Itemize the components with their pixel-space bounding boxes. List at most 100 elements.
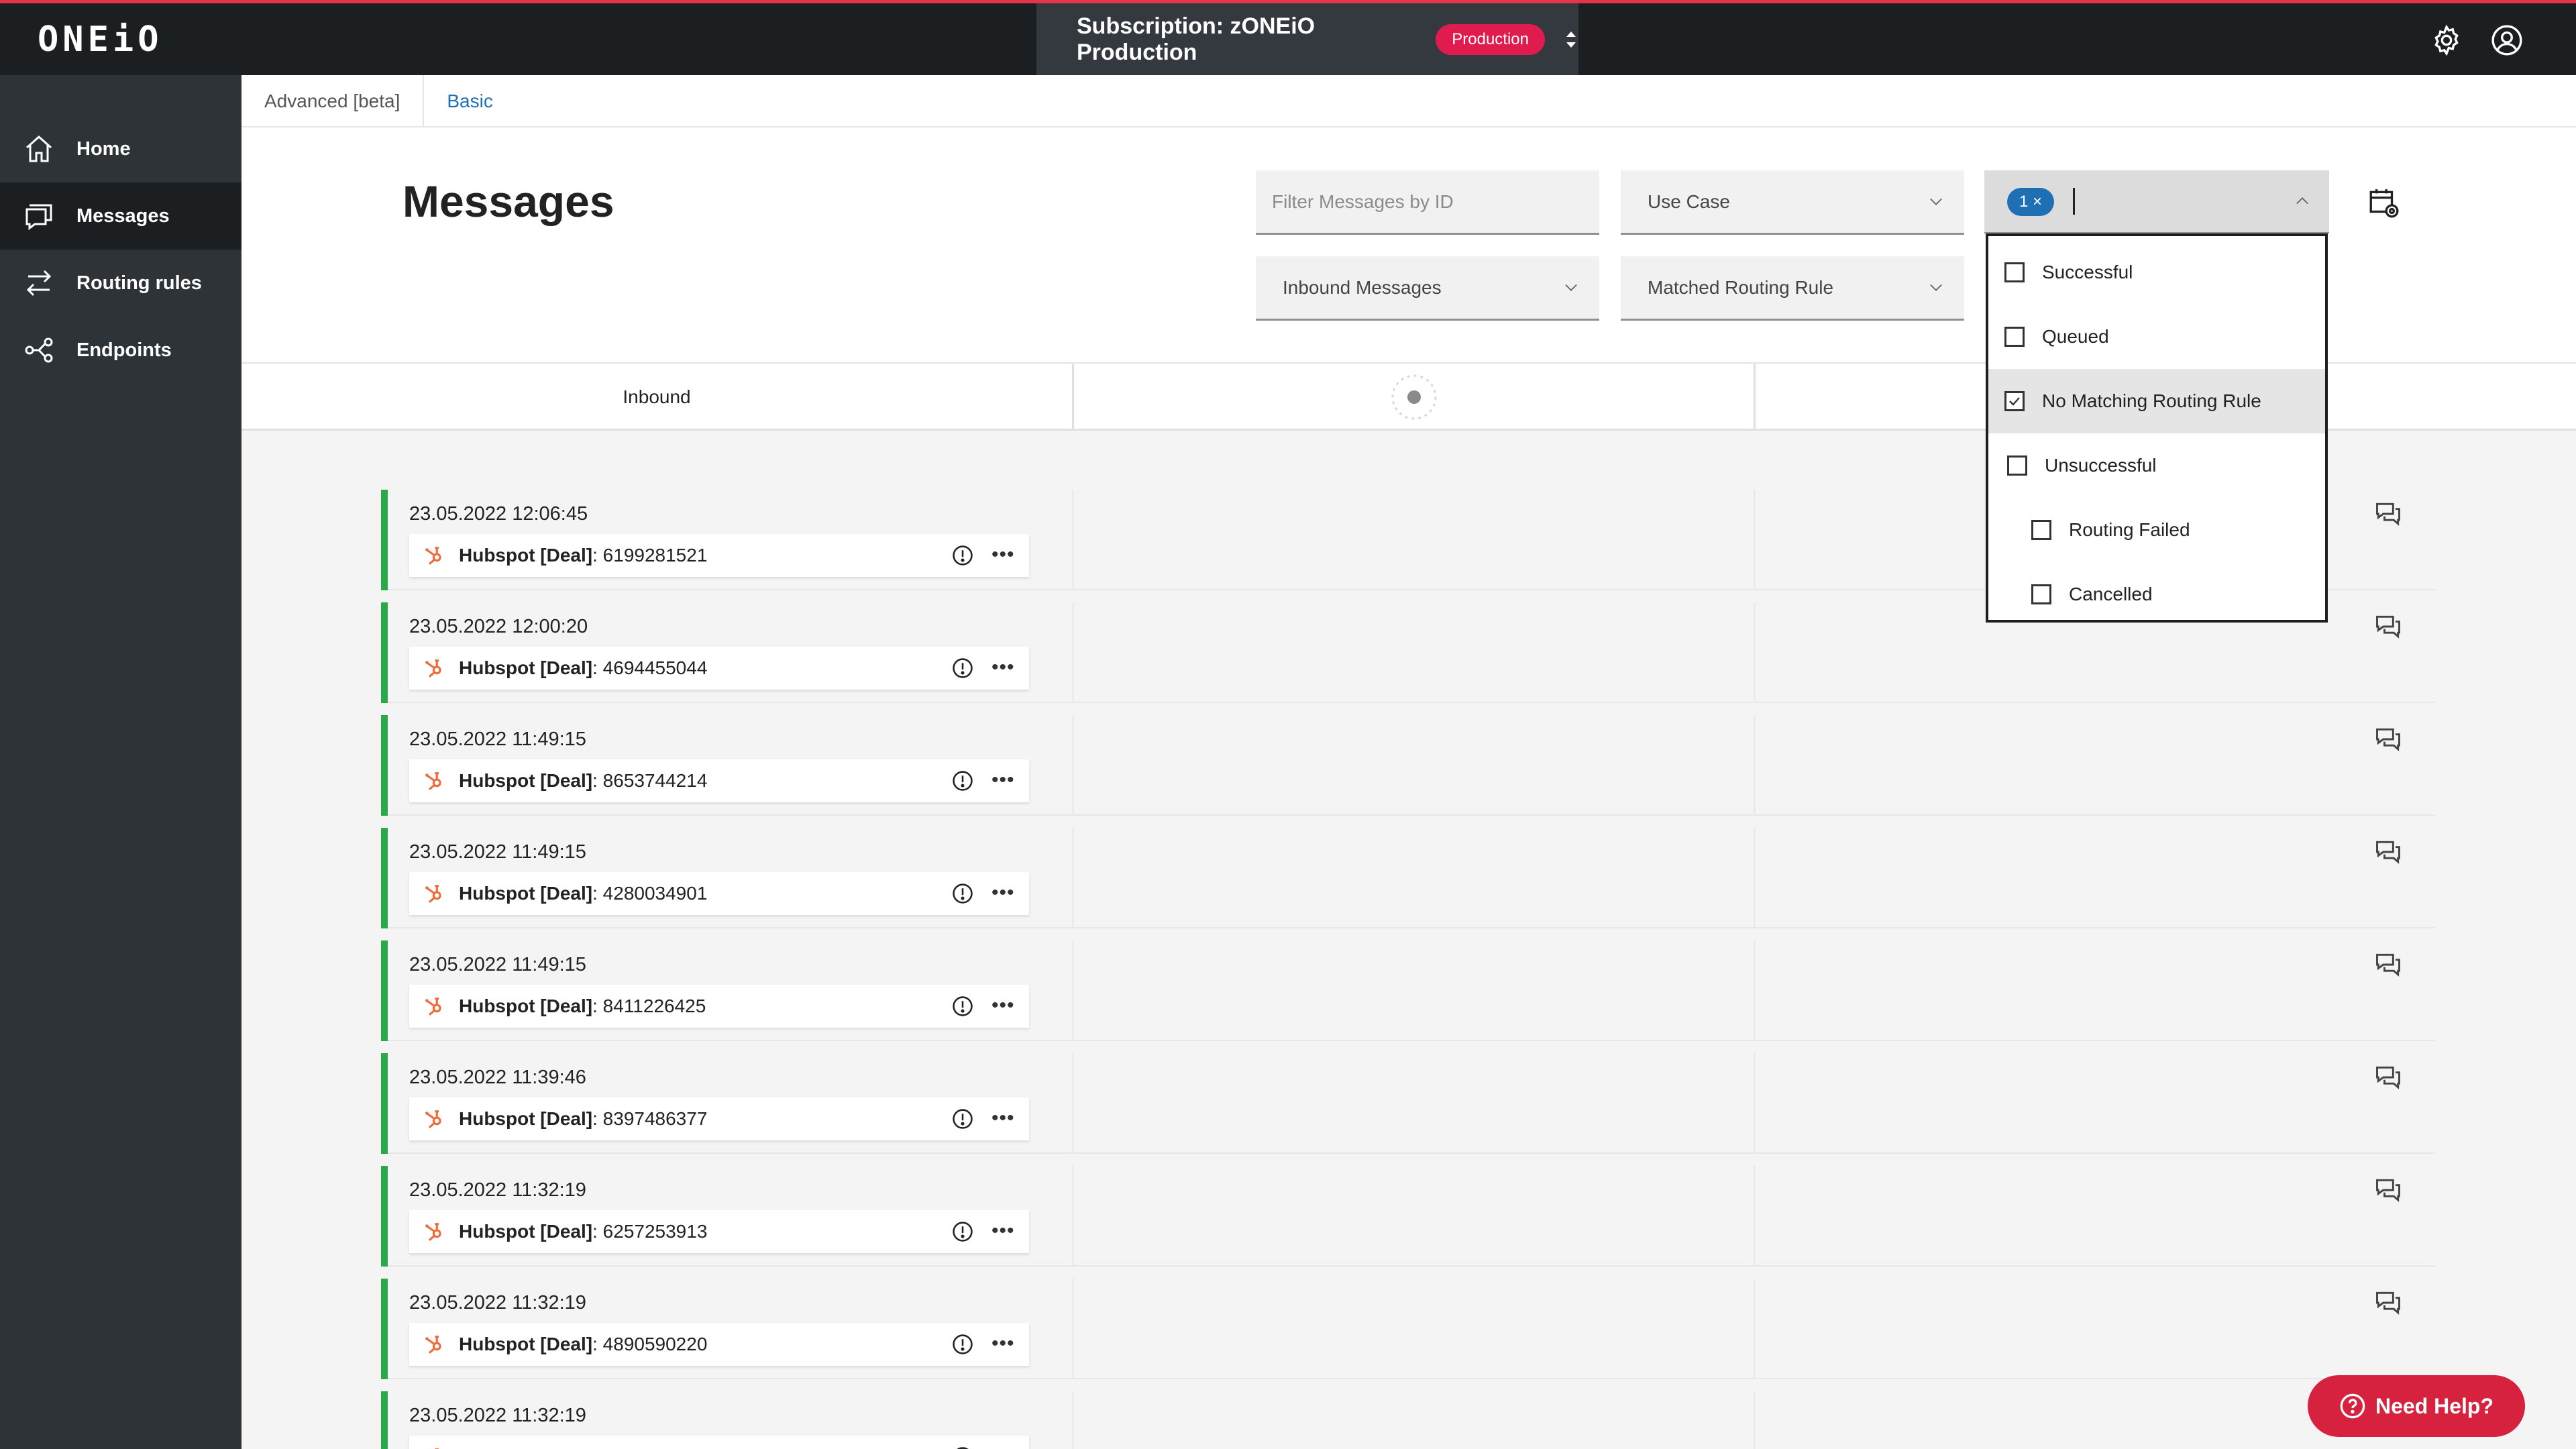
- more-options-icon[interactable]: •••: [991, 1445, 1015, 1449]
- message-card[interactable]: Hubspot [Deal] : 8397486377 •••: [409, 1097, 1029, 1140]
- message-row[interactable]: 23.05.2022 11:32:19 Hubspot [Deal] : 6257…: [381, 1166, 2435, 1267]
- conversation-icon[interactable]: [2373, 1288, 2403, 1318]
- sidebar-item-home[interactable]: Home: [0, 115, 241, 182]
- conversation-icon[interactable]: [2373, 1063, 2403, 1092]
- hubspot-icon: [425, 659, 441, 678]
- conversation-icon[interactable]: [2373, 724, 2403, 754]
- sidebar-item-messages[interactable]: Messages: [0, 182, 241, 250]
- message-card[interactable]: Hubspot [Deal] : 6199281521 •••: [409, 534, 1029, 577]
- subscription-selector[interactable]: Subscription: zONEiO Production Producti…: [1036, 3, 1578, 75]
- conversation-icon[interactable]: [2373, 499, 2403, 529]
- more-options-icon[interactable]: •••: [991, 881, 1015, 904]
- message-card[interactable]: •••: [409, 1436, 1029, 1449]
- status-bar: [381, 715, 388, 816]
- info-icon[interactable]: [951, 769, 974, 792]
- message-source: Hubspot [Deal]: [459, 1334, 593, 1354]
- checkbox-checked[interactable]: [2004, 391, 2025, 411]
- page-title: Messages: [402, 176, 614, 226]
- checkbox[interactable]: [2004, 262, 2025, 282]
- message-row[interactable]: 23.05.2022 11:49:15 Hubspot [Deal] : 4280…: [381, 828, 2435, 928]
- direction-select[interactable]: Inbound Messages: [1256, 256, 1599, 321]
- hubspot-icon: [425, 998, 441, 1016]
- checkbox[interactable]: [2007, 455, 2027, 476]
- message-timestamp: 23.05.2022 11:39:46: [409, 1067, 586, 1088]
- more-options-icon[interactable]: •••: [991, 1107, 1015, 1130]
- use-case-select-value: Use Case: [1648, 191, 1730, 212]
- checkbox[interactable]: [2004, 327, 2025, 347]
- info-icon[interactable]: [951, 1220, 974, 1243]
- sidebar: Home Messages Routing rules Endpoints: [0, 75, 241, 1449]
- oneio-logo[interactable]: ONEiO: [38, 19, 163, 60]
- chevron-down-icon: [1930, 198, 1942, 205]
- status-option-routing-failed[interactable]: Routing Failed: [1988, 498, 2325, 562]
- chevron-up-icon[interactable]: [2293, 192, 2312, 211]
- checkbox[interactable]: [2031, 584, 2051, 604]
- top-bar: ONEiO Subscription: zONEiO Production Pr…: [0, 0, 2576, 75]
- message-timestamp: 23.05.2022 11:32:19: [409, 1405, 586, 1426]
- message-timestamp: 23.05.2022 11:49:15: [409, 729, 586, 750]
- status-multiselect[interactable]: 1 ×: [1984, 170, 2329, 233]
- need-help-button[interactable]: Need Help?: [2308, 1375, 2525, 1437]
- direction-select-value: Inbound Messages: [1283, 276, 1442, 298]
- message-card[interactable]: Hubspot [Deal] : 8653744214 •••: [409, 759, 1029, 802]
- conversation-icon[interactable]: [2373, 950, 2403, 979]
- info-icon[interactable]: [951, 995, 974, 1018]
- gear-icon[interactable]: [2430, 23, 2463, 57]
- checkbox[interactable]: [2031, 520, 2051, 540]
- status-option-queued[interactable]: Queued: [1988, 305, 2325, 369]
- status-option-unsuccessful[interactable]: Unsuccessful: [1988, 433, 2325, 498]
- message-id: : 4280034901: [592, 883, 708, 904]
- calendar-settings-icon[interactable]: [2367, 186, 2400, 220]
- message-card[interactable]: Hubspot [Deal] : 4890590220 •••: [409, 1323, 1029, 1366]
- info-icon[interactable]: [951, 544, 974, 567]
- message-row[interactable]: 23.05.2022 11:39:46 Hubspot [Deal] : 8397…: [381, 1053, 2435, 1154]
- message-card[interactable]: Hubspot [Deal] : 4280034901 •••: [409, 872, 1029, 915]
- info-icon[interactable]: [951, 1446, 974, 1449]
- message-id: : 6199281521: [592, 545, 708, 566]
- more-options-icon[interactable]: •••: [991, 1220, 1015, 1242]
- more-options-icon[interactable]: •••: [991, 543, 1015, 566]
- status-option-cancelled[interactable]: Cancelled: [1988, 562, 2325, 627]
- tab-basic[interactable]: Basic: [424, 75, 515, 127]
- use-case-select[interactable]: Use Case: [1621, 170, 1964, 235]
- info-icon[interactable]: [951, 657, 974, 680]
- status-bar: [381, 1279, 388, 1379]
- option-label: Routing Failed: [2069, 519, 2190, 540]
- hubspot-icon: [425, 547, 441, 565]
- sidebar-item-endpoints[interactable]: Endpoints: [0, 317, 241, 384]
- info-icon[interactable]: [951, 1333, 974, 1356]
- status-option-successful[interactable]: Successful: [1988, 240, 2325, 305]
- message-timestamp: 23.05.2022 11:32:19: [409, 1179, 586, 1201]
- info-icon[interactable]: [951, 1108, 974, 1130]
- message-row[interactable]: 23.05.2022 11:49:15 Hubspot [Deal] : 8411…: [381, 941, 2435, 1041]
- message-row[interactable]: 23.05.2022 11:32:19 •••: [381, 1391, 2435, 1449]
- tab-advanced[interactable]: Advanced [beta]: [241, 75, 425, 127]
- sort-arrows-icon[interactable]: [1564, 28, 1578, 51]
- info-icon[interactable]: [951, 882, 974, 905]
- more-options-icon[interactable]: •••: [991, 656, 1015, 679]
- message-timestamp: 23.05.2022 11:49:15: [409, 954, 586, 975]
- status-bar: [381, 1391, 388, 1449]
- message-card[interactable]: Hubspot [Deal] : 8411226425 •••: [409, 985, 1029, 1028]
- message-id-filter-input[interactable]: Filter Messages by ID: [1256, 170, 1599, 235]
- message-row[interactable]: 23.05.2022 11:32:19 Hubspot [Deal] : 4890…: [381, 1279, 2435, 1379]
- more-options-icon[interactable]: •••: [991, 1332, 1015, 1355]
- conversation-icon[interactable]: [2373, 837, 2403, 867]
- messages-icon: [25, 204, 52, 230]
- message-timestamp: 23.05.2022 12:06:45: [409, 503, 588, 525]
- status-option-no-matching-routing-rule[interactable]: No Matching Routing Rule: [1988, 369, 2325, 433]
- option-label: No Matching Routing Rule: [2042, 390, 2261, 411]
- conversation-icon[interactable]: [2373, 1175, 2403, 1205]
- more-options-icon[interactable]: •••: [991, 994, 1015, 1017]
- option-label: Successful: [2042, 262, 2133, 282]
- more-options-icon[interactable]: •••: [991, 769, 1015, 792]
- selected-count-chip[interactable]: 1 ×: [2007, 188, 2055, 216]
- message-row[interactable]: 23.05.2022 11:49:15 Hubspot [Deal] : 8653…: [381, 715, 2435, 816]
- routing-rule-select[interactable]: Matched Routing Rule: [1621, 256, 1964, 321]
- conversation-icon[interactable]: [2373, 612, 2403, 641]
- message-card[interactable]: Hubspot [Deal] : 6257253913 •••: [409, 1210, 1029, 1253]
- sidebar-item-routing-rules[interactable]: Routing rules: [0, 250, 241, 317]
- column-inbound[interactable]: Inbound: [241, 364, 1072, 431]
- message-card[interactable]: Hubspot [Deal] : 4694455044 •••: [409, 647, 1029, 690]
- user-circle-icon[interactable]: [2490, 23, 2524, 57]
